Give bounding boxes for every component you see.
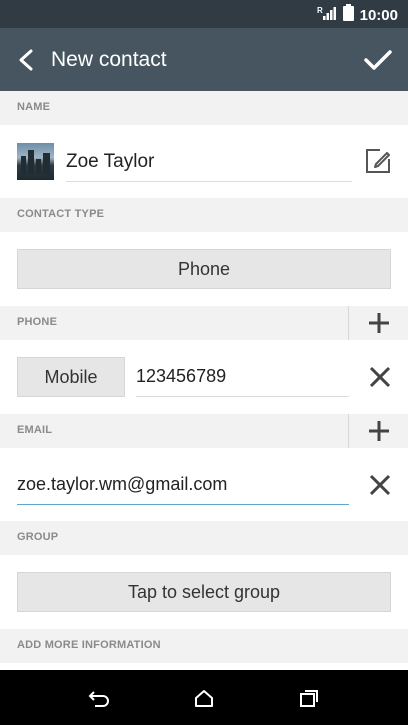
add-more-section-header: ADD MORE INFORMATION <box>0 629 408 663</box>
name-field[interactable]: Zoe Taylor <box>66 139 352 182</box>
back-button[interactable] <box>12 46 40 74</box>
navigation-bar <box>0 670 408 725</box>
phone-section: Mobile 123456789 <box>0 340 408 414</box>
home-icon <box>195 690 213 707</box>
name-section: Zoe Taylor <box>0 125 408 198</box>
group-section: Tap to select group <box>0 555 408 629</box>
plus-icon <box>368 421 389 441</box>
add-phone-button[interactable] <box>348 306 408 340</box>
nav-back-icon <box>88 691 109 707</box>
page-title: New contact <box>51 48 167 71</box>
signal-icon: R <box>317 5 337 26</box>
remove-phone-button[interactable] <box>366 363 394 391</box>
contact-type-section-header: CONTACT TYPE <box>0 198 408 232</box>
email-section: zoe.taylor.wm@gmail.com <box>0 448 408 521</box>
phone-number-input[interactable]: 123456789 <box>136 357 349 397</box>
add-email-button[interactable] <box>348 414 408 448</box>
contact-type-section-label: CONTACT TYPE <box>17 208 105 220</box>
email-section-header: EMAIL <box>0 414 408 448</box>
contact-type-selector[interactable]: Phone <box>17 249 391 289</box>
nav-home-button[interactable] <box>190 684 218 712</box>
email-section-label: EMAIL <box>17 424 53 436</box>
phone-type-selector[interactable]: Mobile <box>17 357 125 397</box>
phone-section-label: PHONE <box>17 316 58 328</box>
group-selector[interactable]: Tap to select group <box>17 572 391 612</box>
add-more-section <box>0 663 408 670</box>
battery-icon <box>342 4 354 26</box>
close-icon <box>369 474 391 496</box>
plus-icon <box>368 313 389 333</box>
remove-email-button[interactable] <box>366 471 394 499</box>
done-button[interactable] <box>362 44 394 76</box>
group-section-label: GROUP <box>17 531 59 543</box>
edit-name-button[interactable] <box>364 147 392 175</box>
back-arrow-icon <box>19 49 33 71</box>
nav-back-button[interactable] <box>85 684 113 712</box>
name-section-header: NAME <box>0 91 408 125</box>
group-section-header: GROUP <box>0 521 408 555</box>
status-time: 10:00 <box>359 6 398 24</box>
edit-icon <box>366 149 390 173</box>
nav-recents-button[interactable] <box>295 684 323 712</box>
svg-text:R: R <box>317 6 323 15</box>
app-bar: New contact <box>0 28 408 91</box>
close-icon <box>369 366 391 388</box>
avatar[interactable] <box>17 143 54 180</box>
email-input[interactable]: zoe.taylor.wm@gmail.com <box>17 465 349 505</box>
checkmark-icon <box>364 50 392 70</box>
recents-icon <box>300 690 318 707</box>
status-bar: R 10:00 <box>0 0 408 28</box>
add-more-section-label: ADD MORE INFORMATION <box>17 639 161 651</box>
contact-type-section: Phone <box>0 232 408 306</box>
phone-section-header: PHONE <box>0 306 408 340</box>
name-section-label: NAME <box>17 101 51 113</box>
